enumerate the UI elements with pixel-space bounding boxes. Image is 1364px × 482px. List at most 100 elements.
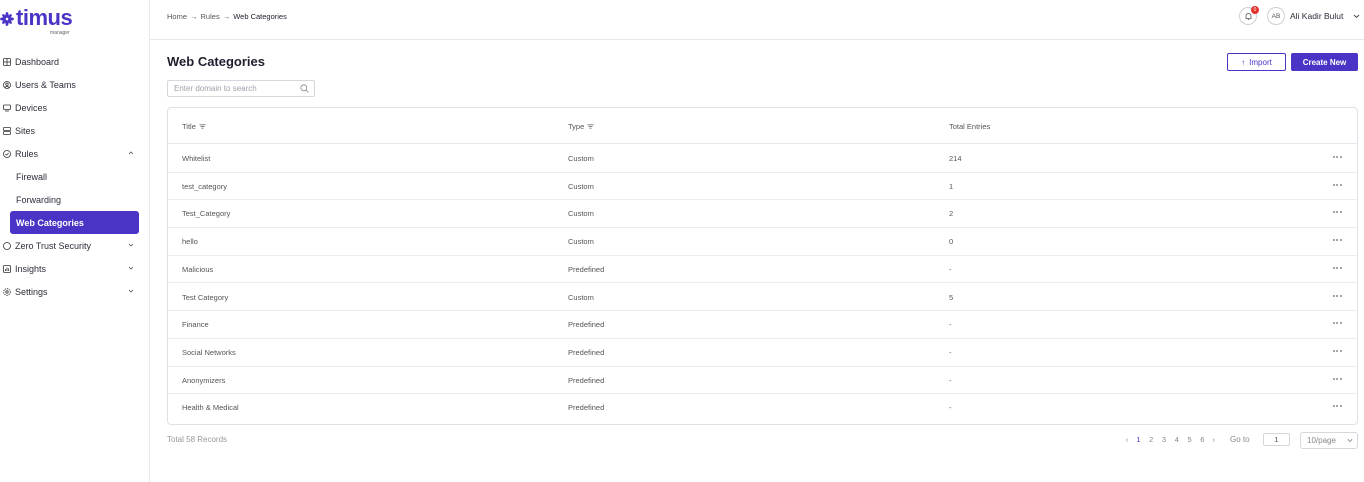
page-button[interactable]: 6 [1196, 435, 1209, 444]
more-options-icon[interactable] [1331, 264, 1343, 272]
more-options-icon[interactable] [1331, 375, 1343, 383]
notifications-button[interactable]: 0 [1239, 6, 1259, 25]
chevron-down-icon[interactable] [128, 242, 134, 248]
sidebar-subitem-label: Firewall [16, 171, 48, 182]
more-options-icon[interactable] [1331, 153, 1343, 161]
sidebar-item-zero-trust-security[interactable]: Zero Trust Security [0, 234, 150, 257]
breadcrumb-rules[interactable]: Rules [201, 12, 220, 21]
column-header-type[interactable]: Type [568, 122, 594, 131]
sidebar-subitem-label: Web Categories [16, 217, 84, 228]
top-bar: Home → Rules → Web Categories 0 AB Ali K… [150, 0, 1364, 40]
sidebar-item-devices[interactable]: Devices [0, 96, 150, 119]
sidebar-item-settings[interactable]: Settings [0, 280, 150, 303]
more-options-icon[interactable] [1331, 292, 1343, 300]
more-options-icon[interactable] [1331, 236, 1343, 244]
import-button-label: Import [1249, 57, 1272, 67]
avatar[interactable]: AB [1267, 7, 1285, 25]
table-row[interactable]: Malicious Predefined - [168, 256, 1357, 284]
chevron-down-icon[interactable] [128, 288, 134, 294]
table-row[interactable]: Anonymizers Predefined - [168, 367, 1357, 395]
page-button[interactable]: 5 [1183, 435, 1196, 444]
goto-label: Go to [1230, 435, 1250, 444]
sidebar-item-rules[interactable]: Rules [0, 142, 150, 165]
cell-type: Custom [568, 181, 594, 191]
column-header-title[interactable]: Title [182, 122, 206, 131]
cell-total-entries: 5 [949, 292, 954, 302]
page-size-value: 10/page [1307, 436, 1336, 445]
dashboard-icon [2, 57, 11, 66]
column-header-label: Title [182, 122, 196, 131]
notification-count-badge: 0 [1251, 6, 1259, 14]
sidebar-item-sites[interactable]: Sites [0, 119, 150, 142]
sidebar-subitem-web-categories[interactable]: Web Categories [10, 211, 139, 234]
chevron-left-icon[interactable]: ‹ [1122, 435, 1132, 444]
sidebar-item-users-teams[interactable]: Users & Teams [0, 73, 150, 96]
table-row[interactable]: Test_Category Custom 2 [168, 200, 1357, 229]
cell-type: Custom [568, 237, 594, 247]
search-icon[interactable] [300, 84, 309, 93]
sidebar-item-label: Insights [15, 263, 47, 274]
insights-icon [2, 264, 11, 273]
chevron-down-icon[interactable] [1353, 13, 1360, 19]
devices-icon [2, 103, 11, 112]
page-button[interactable]: 4 [1170, 435, 1183, 444]
filter-icon[interactable] [199, 124, 206, 129]
page-size-select[interactable]: 10/page [1300, 432, 1358, 449]
table-row[interactable]: Finance Predefined - [168, 311, 1357, 339]
cell-type: Predefined [568, 403, 605, 413]
cell-type: Predefined [568, 320, 605, 330]
logo[interactable]: timus manager [0, 5, 73, 36]
cell-title: Finance [182, 320, 209, 330]
sidebar-subitem-firewall[interactable]: Firewall [0, 165, 150, 188]
search-input[interactable] [168, 81, 293, 96]
more-options-icon[interactable] [1331, 347, 1343, 355]
import-button[interactable]: ↑ Import [1227, 53, 1286, 71]
page-title: Web Categories [167, 54, 266, 69]
table-row[interactable]: Health & Medical Predefined - [168, 394, 1357, 422]
breadcrumb-current: Web Categories [233, 12, 287, 21]
sidebar-item-insights[interactable]: Insights [0, 257, 150, 280]
cell-total-entries: - [949, 347, 952, 357]
cell-type: Predefined [568, 347, 605, 357]
user-name[interactable]: Ali Kadir Bulut [1290, 11, 1343, 21]
column-header-total-entries: Total Entries [949, 122, 990, 131]
sidebar-item-label: Users & Teams [15, 79, 76, 90]
arrow-right-icon: → [222, 12, 231, 21]
more-options-icon[interactable] [1331, 402, 1343, 410]
cell-title: Malicious [182, 264, 214, 274]
total-records: Total 58 Records [167, 435, 228, 444]
chevron-down-icon[interactable] [128, 265, 134, 271]
table-row[interactable]: Whitelist Custom 214 [168, 145, 1357, 173]
breadcrumb-home[interactable]: Home [167, 12, 187, 21]
chevron-right-icon[interactable]: › [1209, 435, 1219, 444]
page-button[interactable]: 3 [1158, 435, 1171, 444]
breadcrumb: Home → Rules → Web Categories [167, 12, 287, 21]
table-row[interactable]: Test Category Custom 5 [168, 284, 1357, 312]
cell-type: Custom [568, 209, 594, 219]
sidebar-subitem-forwarding[interactable]: Forwarding [0, 188, 150, 211]
chevron-up-icon[interactable] [128, 150, 134, 156]
page-button[interactable]: 2 [1145, 435, 1158, 444]
sidebar: timus manager Dashboard Users & Teams De… [0, 0, 150, 482]
cell-title: hello [182, 237, 198, 247]
table-header: Title Type Total Entries [168, 108, 1357, 144]
goto-page-input[interactable]: 1 [1263, 433, 1290, 446]
sidebar-subitem-label: Forwarding [16, 194, 62, 205]
create-new-button[interactable]: Create New [1291, 53, 1358, 71]
table-row[interactable]: test_category Custom 1 [168, 173, 1357, 201]
table-row[interactable]: Social Networks Predefined - [168, 339, 1357, 367]
column-header-label: Total Entries [949, 122, 991, 131]
cell-title: Health & Medical [182, 403, 239, 413]
cell-total-entries: - [949, 320, 952, 330]
table-row[interactable]: hello Custom 0 [168, 228, 1357, 256]
logo-text: timus [16, 5, 73, 30]
more-options-icon[interactable] [1331, 319, 1343, 327]
more-options-icon[interactable] [1331, 181, 1343, 189]
page-button[interactable]: 1 [1132, 435, 1145, 444]
sidebar-item-dashboard[interactable]: Dashboard [0, 50, 150, 73]
filter-icon[interactable] [587, 124, 594, 129]
cell-total-entries: 0 [949, 237, 954, 247]
more-options-icon[interactable] [1331, 208, 1343, 216]
cell-total-entries: 1 [949, 181, 954, 191]
shield-icon [2, 241, 11, 250]
